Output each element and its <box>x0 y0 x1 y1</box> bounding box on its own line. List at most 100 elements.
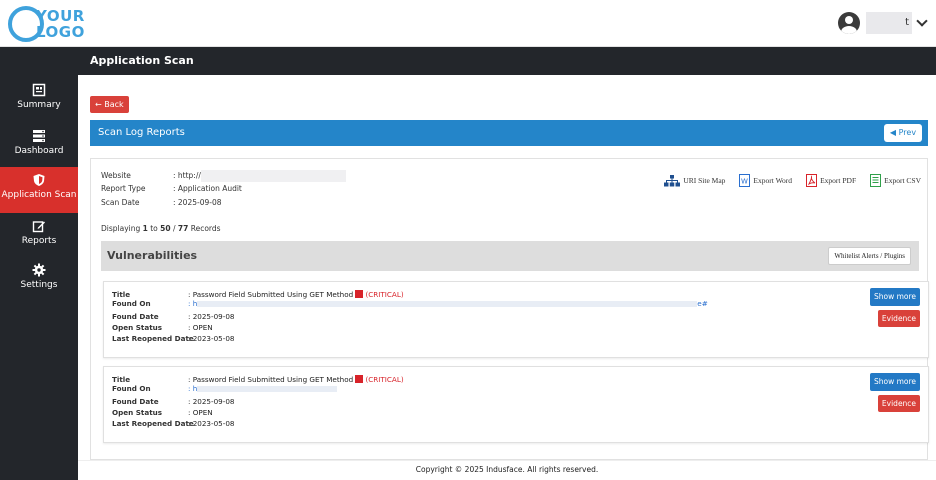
vuln-found-date-label: Found Date <box>112 397 159 406</box>
vuln-found-on-prefix[interactable]: : h <box>188 384 197 393</box>
sidebar-item-label: Summary <box>17 100 61 110</box>
records-total: 77 <box>177 224 189 233</box>
show-more-button[interactable]: Show more <box>870 288 920 306</box>
back-button[interactable]: ← Back <box>90 96 129 113</box>
vuln-open-status-row: Open Status : OPEN <box>112 408 213 417</box>
scan-date-value: : 2025-09-08 <box>173 198 222 207</box>
pdf-file-icon <box>806 174 818 187</box>
vulnerabilities-title: Vulnerabilities <box>107 249 198 262</box>
records-count: Displaying 1 to 50 / 77 Records <box>101 224 221 233</box>
report-type-row: Report Type: Application Audit <box>101 184 242 193</box>
vuln-severity: (CRITICAL) <box>365 375 404 384</box>
records-suffix: Records <box>188 224 221 233</box>
main-content: ← Back Scan Log Reports ◀ Prev Website : … <box>78 75 936 460</box>
export-toolbar: URI Site Map W Export Word Export PDF Ex… <box>650 174 921 187</box>
uri-site-map-link[interactable]: URI Site Map <box>664 174 726 187</box>
vulnerabilities-header: Vulnerabilities Whitelist Alerts / Plugi… <box>101 241 919 271</box>
footer-copyright: Copyright © 2025 Indusface. All rights r… <box>78 460 936 480</box>
export-pdf-link[interactable]: Export PDF <box>806 174 856 187</box>
vuln-found-on-label: Found On <box>112 299 151 308</box>
logo-text: YOUR LOGO <box>36 8 85 40</box>
vuln-found-on-label: Found On <box>112 384 151 393</box>
export-csv-link[interactable]: Export CSV <box>870 174 921 187</box>
sidebar-item-reports[interactable]: Reports <box>0 219 78 261</box>
vuln-last-reopened-value: : 2023-05-08 <box>188 334 235 343</box>
records-to: 50 <box>160 224 171 233</box>
vuln-found-date-row: Found Date: 2025-09-08 <box>112 312 234 321</box>
redacted-url <box>200 170 346 182</box>
company-logo[interactable]: YOUR LOGO <box>8 6 96 42</box>
vuln-found-date-row: Found Date : 2025-09-08 <box>112 397 234 406</box>
sidebar: Summary Dashboard Application Scan Repor… <box>0 47 78 480</box>
vuln-title-row: Title : Password Field Submitted Using GE… <box>112 290 404 299</box>
sidebar-item-application-scan[interactable]: Application Scan <box>0 167 78 213</box>
evidence-button[interactable]: Evidence <box>878 310 920 327</box>
sidebar-item-settings[interactable]: Settings <box>0 263 78 305</box>
chevron-down-icon[interactable] <box>916 15 928 27</box>
export-word-link[interactable]: W Export Word <box>739 174 792 187</box>
records-sep: / <box>170 224 178 233</box>
report-type-value: : Application Audit <box>173 184 242 193</box>
uri-site-map-label: URI Site Map <box>683 176 726 185</box>
vuln-title-value: : Password Field Submitted Using GET Met… <box>188 290 354 299</box>
sidebar-item-dashboard[interactable]: Dashboard <box>0 129 78 171</box>
critical-severity-icon <box>355 290 364 298</box>
sidebar-item-label: Application Scan <box>1 190 77 200</box>
dashboard-icon <box>33 130 45 142</box>
user-name[interactable]: t <box>866 12 912 34</box>
scan-date-label: Scan Date <box>101 198 140 207</box>
vuln-open-status-value: : OPEN <box>188 408 213 417</box>
scan-date-row: Scan Date : 2025-09-08 <box>101 198 222 207</box>
vuln-open-status-label: Open Status <box>112 408 163 417</box>
sidebar-item-summary[interactable]: Summary <box>0 83 78 125</box>
redacted-url <box>197 386 338 392</box>
svg-text:W: W <box>741 178 748 186</box>
vuln-open-status-value: : OPEN <box>188 323 213 332</box>
export-pdf-label: Export PDF <box>820 176 857 185</box>
word-file-icon: W <box>739 174 751 187</box>
user-menu[interactable]: t <box>838 11 928 35</box>
export-csv-label: Export CSV <box>884 176 921 185</box>
vuln-open-status-label: Open Status <box>112 323 163 332</box>
vuln-last-reopened-row: Last Reopened Date: 2023-05-08 <box>112 419 234 428</box>
csv-file-icon <box>870 174 882 187</box>
sidebar-item-label: Reports <box>21 236 57 246</box>
vuln-last-reopened-label: Last Reopened Date <box>112 334 194 343</box>
report-card: Website : http:// Report Type: Applicatio… <box>90 158 929 460</box>
redacted-url <box>197 301 698 307</box>
vuln-found-on-prefix[interactable]: : h <box>188 299 197 308</box>
show-more-button[interactable]: Show more <box>870 373 920 391</box>
records-to-word: to <box>147 224 161 233</box>
shield-icon <box>33 174 45 186</box>
vuln-title-label: Title <box>112 375 131 384</box>
summary-icon <box>32 83 46 97</box>
export-word-label: Export Word <box>753 176 793 185</box>
website-value: : http:// <box>173 171 201 180</box>
website-label: Website <box>101 171 131 180</box>
sidebar-item-label: Dashboard <box>14 146 64 156</box>
vuln-open-status-row: Open Status : OPEN <box>112 323 213 332</box>
vuln-found-on-row: Found On : h e# <box>112 299 708 308</box>
vuln-found-on-suffix[interactable]: e# <box>697 299 707 308</box>
page-title: Application Scan <box>78 47 936 75</box>
prev-button[interactable]: ◀ Prev <box>884 124 922 142</box>
website-row: Website : http:// <box>101 170 346 182</box>
gear-icon <box>32 263 46 277</box>
vuln-found-date-label: Found Date <box>112 312 159 321</box>
sitemap-icon <box>664 174 681 186</box>
evidence-button[interactable]: Evidence <box>878 395 920 412</box>
vuln-title-label: Title <box>112 290 131 299</box>
logo-line-1: YOUR <box>36 7 85 25</box>
vuln-severity: (CRITICAL) <box>365 290 404 299</box>
vulnerability-card: Title : Password Field Submitted Using GE… <box>103 366 929 443</box>
section-title: Scan Log Reports <box>98 127 185 138</box>
vuln-found-date-value: : 2025-09-08 <box>188 397 235 406</box>
section-header: Scan Log Reports ◀ Prev <box>90 120 928 146</box>
whitelist-alerts-button[interactable]: Whitelist Alerts / Plugins <box>828 247 911 265</box>
avatar[interactable] <box>838 12 860 34</box>
vuln-title-value: : Password Field Submitted Using GET Met… <box>188 375 354 384</box>
vuln-found-on-row: Found On : h <box>112 384 338 393</box>
vuln-last-reopened-value: : 2023-05-08 <box>188 419 235 428</box>
top-header: YOUR LOGO t <box>0 0 936 47</box>
records-prefix: Displaying <box>101 224 143 233</box>
